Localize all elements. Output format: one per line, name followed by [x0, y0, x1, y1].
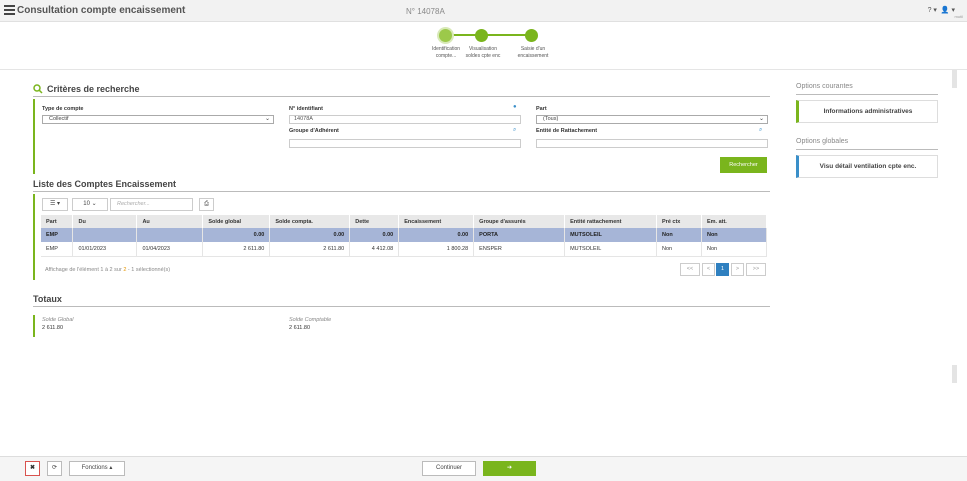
table-info: Affichage de l'élément 1 à 2 sur 2 - 1 s…: [45, 267, 171, 273]
col-entite[interactable]: Entité rattachement: [564, 215, 658, 228]
search-icon: [33, 84, 43, 94]
col-solde-compta[interactable]: Solde compta.: [269, 215, 351, 228]
col-em-att[interactable]: Em. att.: [701, 215, 768, 228]
divider: [0, 69, 967, 70]
options-courantes-title: Options courantes: [796, 83, 853, 90]
stepper-line: [446, 34, 532, 36]
step-2-label: Visualisation soldes cpte enc: [465, 46, 501, 59]
col-solde-global[interactable]: Solde global: [202, 215, 271, 228]
options-courantes-underline: [796, 94, 938, 95]
criteria-title: Critères de recherche: [47, 84, 140, 94]
entite-label: Entité de Rattachement: [536, 128, 598, 134]
groupe-input[interactable]: [289, 139, 521, 148]
col-au[interactable]: Au: [136, 215, 204, 228]
dossier-number: N° 14078A: [406, 7, 445, 16]
user-name: mutil: [954, 14, 963, 19]
fonctions-button[interactable]: Fonctions ▴: [69, 461, 125, 476]
col-pre-ctx[interactable]: Pré ctx: [656, 215, 702, 228]
part-select[interactable]: (Tous) ⌄: [536, 115, 768, 124]
list-underline: [33, 191, 770, 192]
totaux-title: Totaux: [33, 294, 62, 304]
menu-icon[interactable]: [4, 5, 15, 15]
scrollbar[interactable]: [952, 70, 957, 88]
pager-next[interactable]: >: [731, 263, 744, 276]
list-title: Liste des Comptes Encaissement: [33, 179, 177, 189]
table-row[interactable]: EMP 0.00 0.00 0.00 0.00 PORTA MUTSOLEIL …: [41, 228, 768, 242]
chevron-down-icon: ⌄: [758, 116, 764, 122]
solde-comptable-value: 2 611.80: [289, 325, 311, 331]
solde-comptable-label: Solde Comptable: [289, 317, 332, 323]
scrollbar[interactable]: [952, 365, 957, 383]
type-compte-label: Type de compte: [42, 106, 84, 112]
columns-menu-button[interactable]: ☰ ▾: [42, 198, 68, 211]
chevron-down-icon: ⌄: [264, 116, 270, 122]
informations-administratives-button[interactable]: Informations administratives: [796, 100, 938, 123]
totaux-underline: [33, 306, 770, 307]
type-compte-select[interactable]: Collectif ⌄: [42, 115, 274, 124]
pager-prev[interactable]: <: [702, 263, 715, 276]
identifiant-input[interactable]: 14078A: [289, 115, 521, 124]
accounts-table: Part Du Au Solde global Solde compta. De…: [41, 215, 768, 257]
options-globales-underline: [796, 149, 938, 150]
magnifier-icon[interactable]: ⌕: [759, 127, 762, 134]
col-groupe[interactable]: Groupe d'assurés: [473, 215, 566, 228]
person-icon[interactable]: ●: [513, 104, 517, 110]
pager-first[interactable]: <<: [680, 263, 700, 276]
step-1-dot[interactable]: [439, 29, 452, 42]
table-header-row: Part Du Au Solde global Solde compta. De…: [41, 215, 768, 228]
top-icons: ? ▾ 👤 ▾ mutil: [928, 6, 963, 19]
pager-last[interactable]: >>: [746, 263, 766, 276]
options-globales-title: Options globales: [796, 138, 849, 145]
continuer-button[interactable]: Continuer: [422, 461, 476, 476]
col-part[interactable]: Part: [41, 215, 74, 228]
part-label: Part: [536, 106, 547, 112]
col-encaissement[interactable]: Encaissement: [398, 215, 475, 228]
user-icon[interactable]: 👤 ▾: [941, 7, 955, 14]
solde-global-value: 2 611.80: [42, 325, 64, 331]
refresh-icon[interactable]: ⟳: [47, 461, 62, 476]
top-bar: Consultation compte encaissement N° 1407…: [0, 0, 967, 22]
groupe-label: Groupe d'Adhérent: [289, 128, 339, 134]
step-2-dot[interactable]: [475, 29, 488, 42]
magnifier-icon[interactable]: ⌕: [513, 127, 516, 134]
table-search-input[interactable]: Rechercher...: [110, 198, 193, 211]
criteria-panel: [33, 99, 770, 174]
page-size-select[interactable]: 10 ⌄: [72, 198, 108, 211]
pager-page-1[interactable]: 1: [716, 263, 729, 276]
export-icon[interactable]: ⎙: [199, 198, 214, 211]
totaux-panel: [33, 315, 333, 337]
visu-detail-button[interactable]: Visu détail ventilation cpte enc.: [796, 155, 938, 178]
page-title: Consultation compte encaissement: [17, 5, 186, 16]
criteria-underline: [33, 96, 770, 97]
solde-global-label: Solde Global: [42, 317, 74, 323]
close-icon[interactable]: ✖: [25, 461, 40, 476]
table-row[interactable]: EMP 01/01/2023 01/04/2023 2 611.80 2 611…: [41, 242, 768, 257]
col-du[interactable]: Du: [72, 215, 138, 228]
step-3-label: Saisie d'un encaissement: [517, 46, 549, 59]
next-arrow-icon[interactable]: ➔: [483, 461, 536, 476]
entite-input[interactable]: [536, 139, 768, 148]
help-icon[interactable]: ? ▾: [928, 7, 937, 14]
identifiant-label: N° identifiant: [289, 106, 323, 112]
rechercher-button[interactable]: Rechercher: [720, 157, 767, 173]
step-3-dot[interactable]: [525, 29, 538, 42]
col-dette[interactable]: Dette: [349, 215, 400, 228]
bottom-bar: ✖ ⟳ Fonctions ▴ Continuer ➔: [0, 456, 967, 481]
